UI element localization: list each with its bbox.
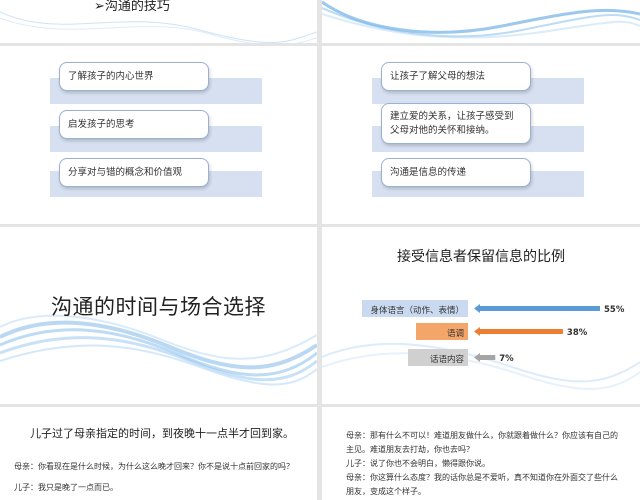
slide-title: 儿子过了母亲指定的时间，到夜晚十一点半才回到家。 [30,427,294,440]
value-label: 55% [604,305,625,315]
value-label: 38% [567,328,588,338]
dialogue-line: 儿子：我只是晚了一点而已。 [14,483,118,492]
dialogue-line: 母亲：你看现在是什么时候，为什么这么晚才回来？你不是说十点前回家的吗？ [14,462,294,471]
slide-thumbnail-8[interactable]: 母亲：那有什么不可以！难道朋友做什么，你就跟着做什么？你应该有自己的 主见。难道… [322,407,640,500]
dialogue-line: 主见。难道朋友去打劫，你也去吗？ [346,445,474,454]
list-item: 启发孩子的思考 [59,110,209,139]
list-item: 建立爱的关系，让孩子感受到父母对他的关怀和接纳。 [381,103,531,144]
wave-decoration [322,0,640,39]
bar [480,355,496,360]
slide-title: 沟通的时间与场合选择 [51,295,266,319]
list-item: 沟通是信息的传递 [381,158,531,187]
list-item: 分享对与错的概念和价值观 [59,158,209,187]
slide-thumbnail-3[interactable]: 了解孩子的内心世界 启发孩子的思考 分享对与错的概念和价值观 [0,46,317,224]
slide-thumbnail-1[interactable]: ➢沟通的技巧 [0,0,317,43]
bar-chart: 身体语言（动作、表情） 55% 语调 38% 话语内容 7% [362,300,625,366]
category-label: 语调 [447,328,464,339]
category-label: 话语内容 [430,354,465,365]
slide-thumbnail-2[interactable] [322,0,640,43]
list-item: 让孩子了解父母的想法 [381,62,531,91]
bar-arrow [474,353,480,362]
bar-arrow [474,304,480,313]
bar [480,329,563,334]
category-label: 身体语言（动作、表情） [370,305,464,316]
bar-arrow [474,327,480,336]
slide-thumbnail-5[interactable]: 沟通的时间与场合选择 [0,227,317,404]
dialogue-line: 母亲：那有什么不可以！难道朋友做什么，你就跟着做什么？你应该有自己的 [346,431,618,440]
bar [480,306,600,311]
slide-thumbnail-7[interactable]: 儿子过了母亲指定的时间，到夜晚十一点半才回到家。 母亲：你看现在是什么时候，为什… [0,407,317,500]
dialogue-line: 朋友，变成这个样子。 [346,487,426,496]
value-label: 7% [499,354,514,364]
slide-thumbnail-6[interactable]: 接受信息者保留信息的比例 身体语言（动作、表情） 55% 语调 38% 话语内容 7% [322,227,640,404]
dialogue-line: 母亲：你这算什么态度？我的话你总是不爱听，真不知道你在外面交了些什么 [346,473,618,482]
slide-thumbnail-4[interactable]: 让孩子了解父母的想法 建立爱的关系，让孩子感受到父母对他的关怀和接纳。 沟通是信… [322,46,640,224]
dialogue-line: 儿子：说了你也不会明白，懒得跟你说。 [346,459,490,468]
list-item: 了解孩子的内心世界 [59,62,209,91]
slide-title: ➢沟通的技巧 [94,0,170,14]
